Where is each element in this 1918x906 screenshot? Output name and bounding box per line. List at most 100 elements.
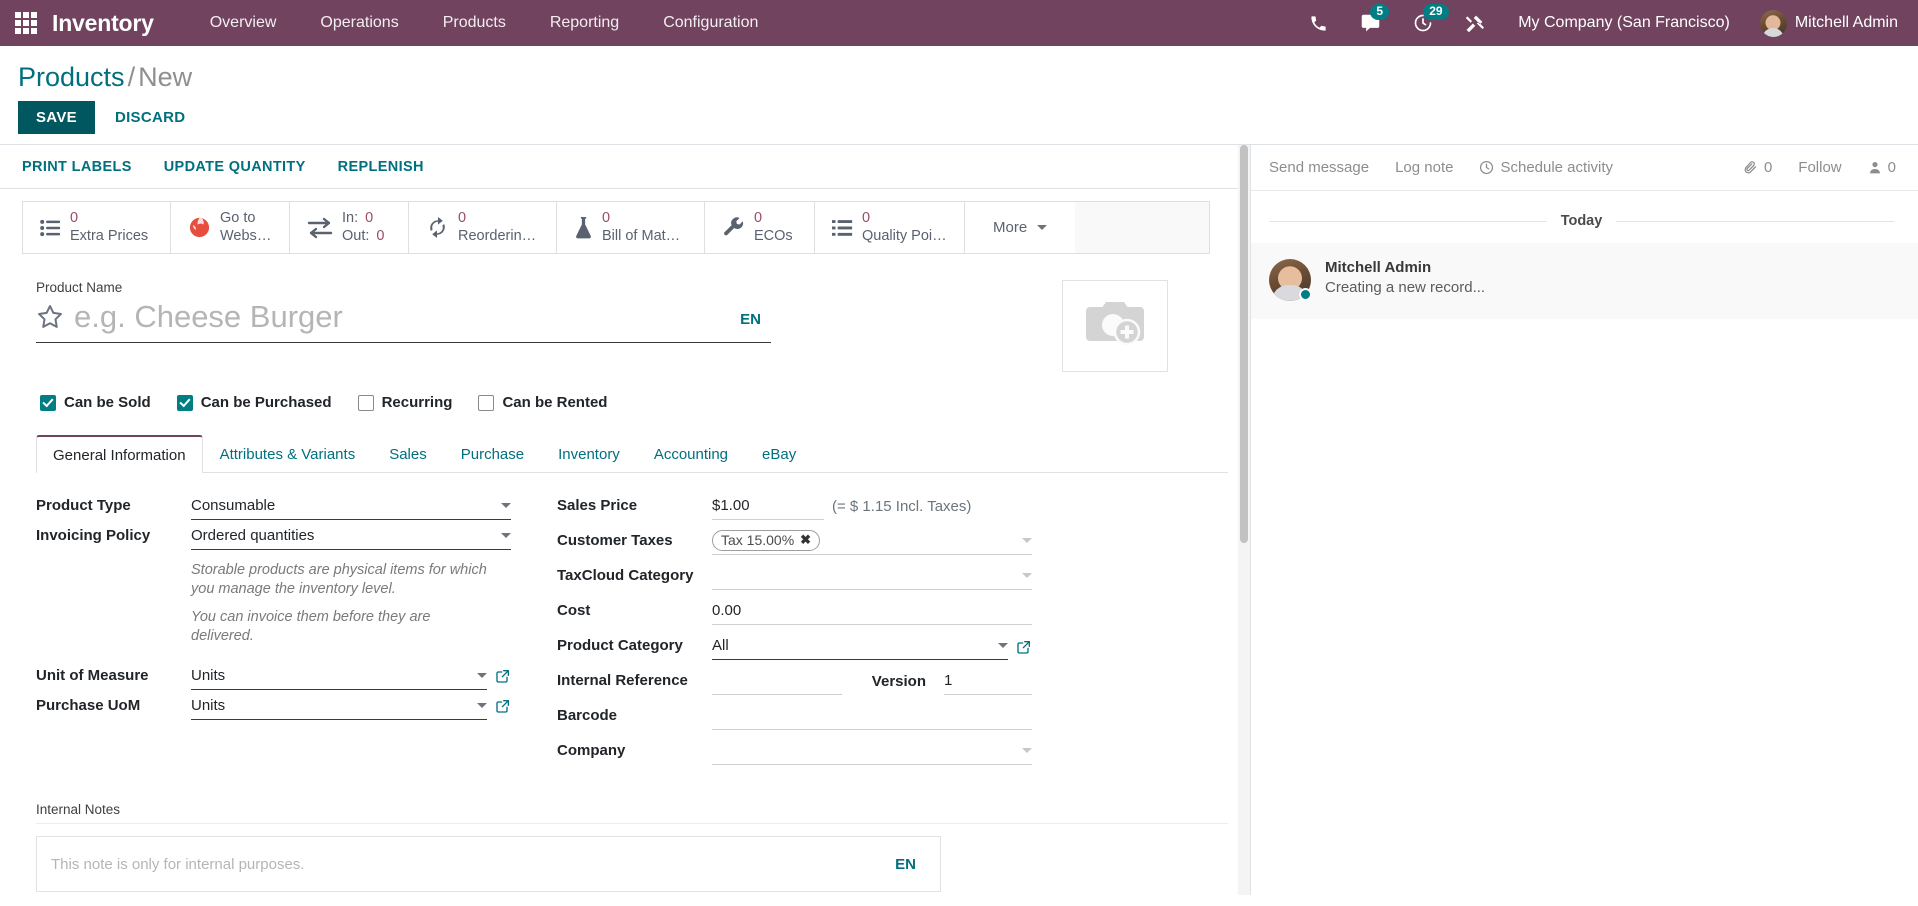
apps-grid-icon[interactable] xyxy=(10,8,42,38)
follow-button[interactable]: Follow xyxy=(1798,159,1841,176)
field-value: Units xyxy=(191,666,226,684)
top-navbar: Inventory Overview Operations Products R… xyxy=(0,0,1918,46)
navbar-right-tools: 5 29 My Company (San Francisco) Mitchell… xyxy=(1293,0,1904,46)
form-scrollbar[interactable] xyxy=(1238,145,1250,895)
checkbox-can-be-purchased[interactable]: Can be Purchased xyxy=(176,394,332,411)
checkbox-box[interactable] xyxy=(40,394,56,411)
field-value: Ordered quantities xyxy=(191,527,315,544)
stat-button-extra-prices[interactable]: 0 Extra Prices xyxy=(23,202,171,253)
checkbox-can-be-rented[interactable]: Can be Rented xyxy=(478,394,607,411)
log-note-button[interactable]: Log note xyxy=(1395,159,1453,176)
discard-button[interactable]: DISCARD xyxy=(103,101,197,134)
stat-more-label: More xyxy=(993,219,1028,236)
form-scrollbar-thumb[interactable] xyxy=(1240,145,1248,543)
replenish-button[interactable]: REPLENISH xyxy=(338,155,438,179)
stat-button-in-out[interactable]: In: 0 Out: 0 xyxy=(290,202,409,253)
product-type-hints: Storable products are physical items for… xyxy=(36,553,511,657)
tab-sales[interactable]: Sales xyxy=(372,435,444,473)
user-menu[interactable]: Mitchell Admin xyxy=(1748,9,1904,37)
messages-icon[interactable]: 5 xyxy=(1344,0,1397,46)
version-input[interactable]: 1 xyxy=(944,668,1032,695)
checkbox-box[interactable] xyxy=(176,394,193,411)
star-outline-icon[interactable] xyxy=(36,303,64,336)
tag-remove-icon[interactable]: ✖ xyxy=(800,532,811,548)
checkbox-can-be-sold[interactable]: Can be Sold xyxy=(40,394,151,411)
print-labels-button[interactable]: PRINT LABELS xyxy=(22,155,146,179)
followers-count: 0 xyxy=(1887,159,1896,176)
field-value: All xyxy=(712,637,729,654)
sales-price-input[interactable]: $1.00 xyxy=(712,493,824,520)
field-company: Company xyxy=(557,738,1032,767)
menu-item-operations[interactable]: Operations xyxy=(298,2,420,44)
product-name-lang-tag[interactable]: EN xyxy=(730,311,771,328)
stat-button-ecos[interactable]: 0 ECOs xyxy=(705,202,815,253)
customer-taxes-many2many[interactable]: Tax 15.00% ✖ xyxy=(712,528,1032,555)
product-type-select[interactable]: Consumable xyxy=(191,493,511,520)
invoicing-policy-select[interactable]: Ordered quantities xyxy=(191,523,511,550)
internal-link-icon[interactable] xyxy=(495,668,511,684)
stat-button-quality-points[interactable]: 0 Quality Poi… xyxy=(815,202,965,253)
menu-item-reporting[interactable]: Reporting xyxy=(528,2,641,44)
product-image-upload[interactable] xyxy=(1062,280,1168,372)
product-name-input[interactable] xyxy=(74,299,731,339)
followers-counter[interactable]: 0 xyxy=(1868,159,1896,176)
phone-icon[interactable] xyxy=(1293,0,1344,46)
stat-button-bar: 0 Extra Prices Go to Website In: 0 Out: … xyxy=(22,201,1210,254)
internal-notes-label: Internal Notes xyxy=(36,802,121,817)
schedule-activity-button[interactable]: Schedule activity xyxy=(1479,159,1613,176)
field-value: $1.00 xyxy=(712,497,750,514)
checkbox-recurring[interactable]: Recurring xyxy=(357,394,452,411)
tab-general-information[interactable]: General Information xyxy=(36,435,203,473)
field-label: Purchase UoM xyxy=(36,696,141,714)
field-internal-reference: Internal Reference Version 1 xyxy=(557,668,1032,697)
stat-button-reordering-rules[interactable]: 0 Reordering… xyxy=(409,202,557,253)
stat-button-go-to-website[interactable]: Go to Website xyxy=(171,202,290,253)
stat-in-key: In: xyxy=(342,210,359,227)
stat-label: Bill of Mat… xyxy=(602,227,681,244)
avatar[interactable] xyxy=(1269,259,1312,301)
tab-accounting[interactable]: Accounting xyxy=(637,435,745,473)
internal-link-icon[interactable] xyxy=(495,698,511,714)
stat-label: ECOs xyxy=(754,227,793,244)
company-switcher[interactable]: My Company (San Francisco) xyxy=(1500,14,1748,32)
tab-purchase[interactable]: Purchase xyxy=(444,435,541,473)
chevron-down-icon xyxy=(1037,225,1048,230)
tab-ebay[interactable]: eBay xyxy=(745,435,813,473)
divider xyxy=(1616,220,1894,222)
internal-link-icon[interactable] xyxy=(1016,639,1032,655)
message-author: Mitchell Admin xyxy=(1325,259,1432,276)
internal-notes-input[interactable]: This note is only for internal purposes.… xyxy=(36,836,941,892)
purchase-uom-select[interactable]: Units xyxy=(191,693,487,720)
update-quantity-button[interactable]: UPDATE QUANTITY xyxy=(164,155,320,179)
chevron-down-icon xyxy=(1022,538,1032,543)
internal-notes-placeholder: This note is only for internal purposes. xyxy=(51,855,305,873)
taxcloud-category-select[interactable] xyxy=(712,563,1032,590)
menu-item-products[interactable]: Products xyxy=(421,2,528,44)
menu-item-configuration[interactable]: Configuration xyxy=(641,2,780,44)
product-category-select[interactable]: All xyxy=(712,633,1008,660)
tab-inventory[interactable]: Inventory xyxy=(541,435,637,473)
cost-input[interactable]: 0.00 xyxy=(712,598,1032,625)
uom-select[interactable]: Units xyxy=(191,663,487,690)
internal-reference-input[interactable] xyxy=(712,668,842,695)
stat-button-bill-of-materials[interactable]: 0 Bill of Mat… xyxy=(557,202,705,253)
checkbox-box[interactable] xyxy=(357,394,374,411)
save-button[interactable]: SAVE xyxy=(18,100,95,134)
company-select[interactable] xyxy=(712,738,1032,765)
barcode-input[interactable] xyxy=(712,703,1032,730)
app-brand-inventory[interactable]: Inventory xyxy=(52,10,154,37)
activities-clock-icon[interactable]: 29 xyxy=(1397,0,1449,46)
breadcrumb-products[interactable]: Products xyxy=(18,62,125,92)
stat-more-button[interactable]: More xyxy=(965,202,1076,253)
attachments-counter[interactable]: 0 xyxy=(1743,159,1772,176)
chevron-down-icon xyxy=(477,702,487,708)
debug-tools-icon[interactable] xyxy=(1449,0,1500,46)
tag-tax[interactable]: Tax 15.00% ✖ xyxy=(712,530,821,551)
main-split: PRINT LABELS UPDATE QUANTITY REPLENISH 0… xyxy=(0,144,1918,895)
menu-item-overview[interactable]: Overview xyxy=(188,2,299,44)
chatter-pane: Send message Log note Schedule activity … xyxy=(1251,145,1918,895)
send-message-button[interactable]: Send message xyxy=(1269,159,1369,176)
tab-attributes-variants[interactable]: Attributes & Variants xyxy=(203,435,373,473)
checkbox-box[interactable] xyxy=(478,394,495,411)
internal-notes-lang-tag[interactable]: EN xyxy=(885,856,926,873)
